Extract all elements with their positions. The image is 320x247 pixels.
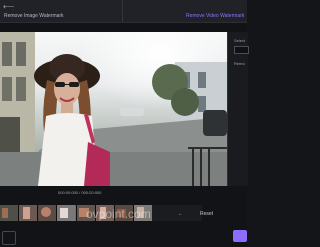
remove-label: Remo [234,61,245,66]
select-dropdown[interactable] [234,46,249,54]
timeline-controls-area [152,205,202,221]
select-label: Select [234,38,246,43]
export-button[interactable] [233,230,247,242]
topbar-divider [122,0,123,22]
settings-panel [227,32,248,186]
top-bar: ⟵ Remove Image Watermark Remove Video Wa… [0,0,247,23]
tab-remove-video-watermark[interactable]: Remove Video Watermark [186,13,244,19]
timecode: 000:00:000 / 000:20:000 [58,190,102,195]
timeline-frame[interactable] [57,205,76,221]
tab-remove-image-watermark[interactable]: Remove Image Watermark [4,13,64,19]
watermark-overlay: ovpoint.com [86,207,151,221]
back-icon[interactable]: ⟵ [3,2,14,11]
timeline-control-reset[interactable]: Reset [200,211,213,217]
bottom-left-button[interactable] [2,231,16,245]
timeline-frame[interactable] [38,205,57,221]
preview-image [0,32,227,186]
timeline-control-left[interactable]: ← [178,211,183,217]
timeline-frame[interactable] [0,205,19,221]
video-preview[interactable] [0,32,227,186]
timeline-frame[interactable] [19,205,38,221]
